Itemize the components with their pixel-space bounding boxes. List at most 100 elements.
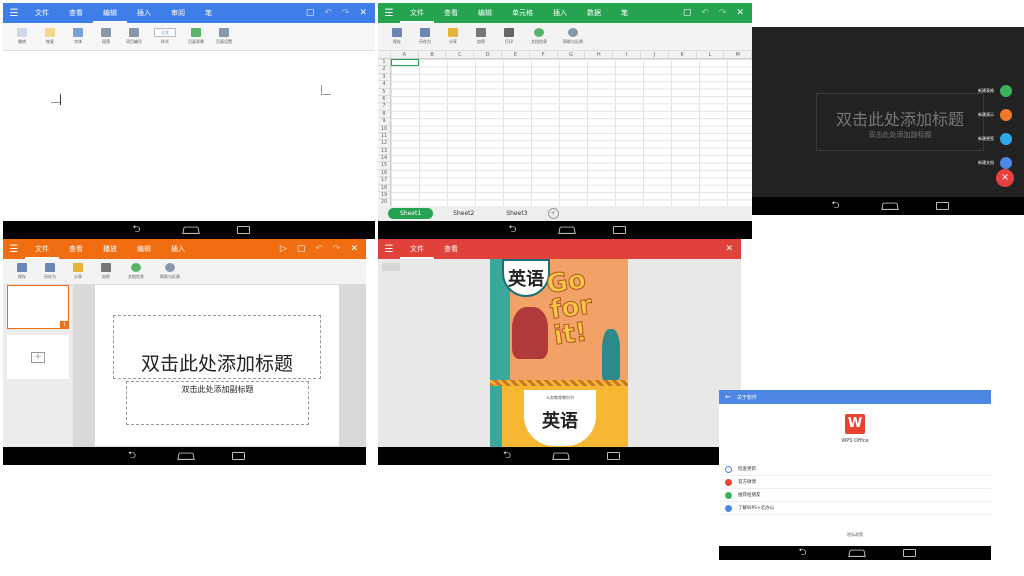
column-header-cell[interactable]: C xyxy=(446,51,475,58)
slide-thumbnail[interactable]: 1 xyxy=(7,285,69,329)
current-slide[interactable]: 双击此处添加标题 双击此处添加副标题 xyxy=(95,285,339,446)
cell-area[interactable] xyxy=(391,59,752,206)
row-header-cell[interactable]: 9 xyxy=(378,118,390,126)
back-icon[interactable]: ⮌ xyxy=(828,201,844,211)
save-button[interactable]: 保存 xyxy=(384,28,410,45)
menu-icon[interactable]: ☰ xyxy=(378,8,400,19)
home-icon[interactable] xyxy=(177,452,195,460)
play-icon[interactable]: ▷ xyxy=(280,244,287,254)
back-icon[interactable]: ⮌ xyxy=(795,548,811,558)
back-icon[interactable]: ⮌ xyxy=(129,225,145,235)
numbering-button[interactable]: 项目编号 xyxy=(121,28,147,45)
page-background-button[interactable]: 页面背景 xyxy=(183,28,209,45)
doc-info-button[interactable]: 文档信息 xyxy=(121,263,151,280)
share-button[interactable]: 分享 xyxy=(65,263,91,280)
column-header-cell[interactable]: B xyxy=(419,51,447,58)
privacy-footer[interactable]: 隐私政策 xyxy=(719,532,991,538)
tab-pen[interactable]: 笔 xyxy=(195,3,222,23)
tab-insert[interactable]: 插入 xyxy=(127,3,161,23)
recent-apps-icon[interactable] xyxy=(902,549,916,557)
recommend-item[interactable]: 推荐给朋友 xyxy=(719,489,991,502)
column-header-cell[interactable]: E xyxy=(502,51,530,58)
fab-new-note[interactable]: 新建便签 xyxy=(978,133,1012,145)
row-header-cell[interactable]: 15 xyxy=(378,162,390,170)
add-slide-button[interactable]: + xyxy=(7,335,69,379)
selected-cell[interactable] xyxy=(391,59,419,67)
font-button[interactable]: 字体 xyxy=(65,28,91,45)
recent-apps-icon[interactable] xyxy=(232,452,245,460)
subtitle-placeholder[interactable]: 双击此处添加副标题 xyxy=(126,381,309,425)
column-header-cell[interactable]: F xyxy=(530,51,558,58)
column-header-cell[interactable]: G xyxy=(558,51,586,58)
save-as-button[interactable]: 另存为 xyxy=(37,263,63,280)
undo-button[interactable]: 撤销 xyxy=(9,28,35,45)
home-icon[interactable] xyxy=(181,226,200,234)
row-header-cell[interactable]: 13 xyxy=(378,148,390,156)
row-header-cell[interactable]: 18 xyxy=(378,185,390,193)
recent-apps-icon[interactable] xyxy=(236,226,250,234)
menu-icon[interactable]: ☰ xyxy=(3,8,25,19)
tab-edit[interactable]: 编辑 xyxy=(468,3,502,23)
redo-button[interactable]: 恢复 xyxy=(37,28,63,45)
sheet-icon[interactable] xyxy=(1000,85,1012,97)
back-icon[interactable]: ⮌ xyxy=(505,225,521,235)
tab-view[interactable]: 查看 xyxy=(434,3,468,23)
undo-icon[interactable]: ↶ xyxy=(324,8,332,18)
paragraph-button[interactable]: 段落 xyxy=(93,28,119,45)
menu-icon[interactable]: ☰ xyxy=(378,244,400,255)
save-icon[interactable]: ▢ xyxy=(297,244,306,254)
column-header-cell[interactable]: D xyxy=(474,51,503,58)
encrypt-button[interactable]: 加密 xyxy=(93,263,119,280)
check-update-item[interactable]: 检查更新 xyxy=(719,463,991,476)
title-placeholder[interactable]: 双击此处添加标题 xyxy=(113,315,321,379)
doc-info-button[interactable]: 文档信息 xyxy=(524,28,554,45)
sheet-tab[interactable]: Sheet1 xyxy=(388,208,434,219)
row-header-cell[interactable]: 2 xyxy=(378,66,390,74)
close-icon[interactable]: ✕ xyxy=(736,8,744,18)
row-header-cell[interactable]: 1 xyxy=(378,59,390,67)
tab-view[interactable]: 查看 xyxy=(434,239,468,259)
fab-new-document[interactable]: 新建文档 xyxy=(978,157,1012,169)
recent-apps-icon[interactable] xyxy=(607,452,620,460)
sheet-tab[interactable]: Sheet2 xyxy=(441,208,486,219)
presentation-icon[interactable] xyxy=(1000,109,1012,121)
row-header-cell[interactable]: 5 xyxy=(378,89,390,96)
row-header-cell[interactable]: 4 xyxy=(378,81,390,89)
page-thumbnail-button[interactable] xyxy=(382,263,400,271)
column-header-cell[interactable]: J xyxy=(641,51,669,58)
close-icon[interactable]: ✕ xyxy=(725,244,733,254)
sheet-tab[interactable]: Sheet3 xyxy=(494,208,539,219)
close-icon[interactable]: ✕ xyxy=(359,8,367,18)
row-header-cell[interactable]: 3 xyxy=(378,74,390,82)
row-header-cell[interactable]: 11 xyxy=(378,133,390,141)
redo-icon[interactable]: ↷ xyxy=(719,8,727,18)
fab-new-sheet[interactable]: 新建表格 xyxy=(978,85,1012,97)
save-icon[interactable]: ▢ xyxy=(683,8,692,18)
tab-data[interactable]: 数据 xyxy=(577,3,611,23)
page-setup-button[interactable]: 页面设置 xyxy=(211,28,237,45)
tab-insert[interactable]: 插入 xyxy=(543,3,577,23)
spreadsheet-grid[interactable]: A B C D E F G H I J K L M 1 2 3 4 5 6 7 … xyxy=(378,51,752,207)
tab-pen[interactable]: 笔 xyxy=(611,3,638,23)
tab-edit[interactable]: 编辑 xyxy=(93,3,127,23)
row-header-cell[interactable]: 19 xyxy=(378,192,390,200)
menu-icon[interactable]: ☰ xyxy=(3,244,25,255)
help-button[interactable]: 帮助与反馈 xyxy=(153,263,187,280)
fab-new-presentation[interactable]: 新建演示 xyxy=(978,109,1012,121)
row-header-cell[interactable]: 6 xyxy=(378,96,390,104)
style-button[interactable]: 正文 样式 xyxy=(149,28,181,45)
tab-review[interactable]: 审阅 xyxy=(161,3,195,23)
corner-cell[interactable] xyxy=(378,51,391,58)
share-button[interactable]: 分享 xyxy=(440,28,466,45)
home-icon[interactable] xyxy=(847,549,866,557)
row-header-cell[interactable]: 7 xyxy=(378,103,390,111)
home-icon[interactable] xyxy=(557,226,576,234)
back-arrow-icon[interactable]: ← xyxy=(719,393,737,401)
tab-file[interactable]: 文件 xyxy=(25,3,59,23)
save-icon[interactable]: ▢ xyxy=(306,8,315,18)
tab-cell[interactable]: 单元格 xyxy=(502,3,543,23)
help-button[interactable]: 帮助与反馈 xyxy=(556,28,590,45)
weibo-item[interactable]: 官方微博 xyxy=(719,476,991,489)
save-as-button[interactable]: 另存为 xyxy=(412,28,438,45)
tab-edit[interactable]: 编辑 xyxy=(127,239,161,259)
